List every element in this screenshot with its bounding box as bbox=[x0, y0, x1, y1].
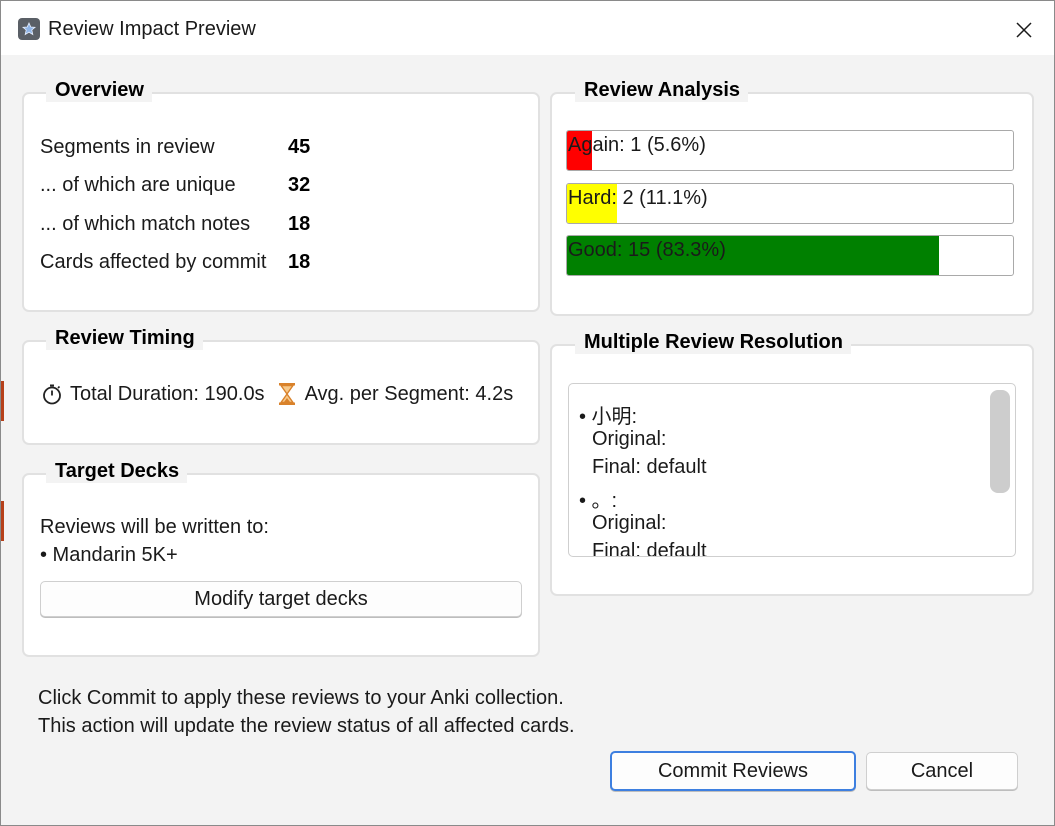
footer-line-1: Click Commit to apply these reviews to y… bbox=[38, 687, 564, 709]
anki-star-icon bbox=[18, 18, 40, 40]
avg-per-segment: Avg. per Segment: 4.2s bbox=[304, 382, 514, 405]
dialog-window: Review Impact Preview Segments in review… bbox=[0, 0, 1055, 826]
stat-label-segments: Segments in review bbox=[40, 136, 215, 158]
timing-row: Total Duration: 190.0s Avg. per Segment:… bbox=[40, 382, 513, 406]
review-timing-group: Total Duration: 190.0s Avg. per Segment:… bbox=[22, 340, 540, 445]
multiple-review-group: • 小明: Original: Final: default • 。: Orig… bbox=[550, 344, 1034, 596]
stopwatch-icon bbox=[40, 382, 64, 406]
review-timing-title: Review Timing bbox=[46, 326, 203, 350]
modify-target-decks-button[interactable]: Modify target decks bbox=[40, 581, 522, 617]
list-item-head: • 小明: bbox=[579, 406, 638, 428]
scrollbar-thumb[interactable] bbox=[990, 390, 1010, 493]
multiple-review-title: Multiple Review Resolution bbox=[575, 330, 851, 354]
stat-value-cards-affected: 18 bbox=[288, 251, 311, 273]
good-bar: Good: 15 (83.3%) bbox=[566, 235, 1014, 276]
list-item-original: Original: bbox=[592, 512, 667, 534]
resolution-list[interactable]: • 小明: Original: Final: default • 。: Orig… bbox=[568, 383, 1016, 557]
close-button[interactable] bbox=[1005, 11, 1043, 49]
window-title: Review Impact Preview bbox=[48, 18, 256, 40]
target-deck-item: • Mandarin 5K+ bbox=[40, 544, 178, 566]
footer-line-2: This action will update the review statu… bbox=[38, 715, 575, 737]
target-decks-group: Reviews will be written to: • Mandarin 5… bbox=[22, 473, 540, 657]
list-item-final: Final: default bbox=[592, 540, 707, 557]
hard-bar: Hard: 2 (11.1%) bbox=[566, 183, 1014, 224]
target-decks-intro: Reviews will be written to: bbox=[40, 516, 269, 538]
list-item-head: • 。: bbox=[579, 490, 618, 512]
again-bar: Again: 1 (5.6%) bbox=[566, 130, 1014, 171]
review-analysis-title: Review Analysis bbox=[575, 78, 749, 102]
stat-value-unique: 32 bbox=[288, 174, 311, 196]
overview-group: Segments in review 45 ... of which are u… bbox=[22, 92, 540, 312]
background-artifact bbox=[1, 381, 4, 421]
close-icon bbox=[1016, 22, 1032, 38]
target-decks-title: Target Decks bbox=[46, 459, 188, 483]
list-item-original: Original: bbox=[592, 428, 667, 450]
overview-title: Overview bbox=[46, 78, 152, 102]
good-bar-label: Good: 15 (83.3%) bbox=[568, 239, 726, 261]
stat-label-unique: ... of which are unique bbox=[40, 174, 236, 196]
cancel-button[interactable]: Cancel bbox=[866, 752, 1018, 790]
review-analysis-group: Again: 1 (5.6%) Hard: 2 (11.1%) Good: 15… bbox=[550, 92, 1034, 316]
hourglass-icon bbox=[275, 382, 299, 406]
stat-value-match-notes: 18 bbox=[288, 213, 311, 235]
title-bar: Review Impact Preview bbox=[1, 1, 1054, 55]
commit-reviews-button[interactable]: Commit Reviews bbox=[610, 751, 856, 791]
background-artifact bbox=[1, 501, 4, 541]
list-item-final: Final: default bbox=[592, 456, 707, 478]
stat-label-cards-affected: Cards affected by commit bbox=[40, 251, 267, 273]
hard-bar-label: Hard: 2 (11.1%) bbox=[568, 187, 708, 209]
again-bar-label: Again: 1 (5.6%) bbox=[568, 134, 706, 156]
total-duration: Total Duration: 190.0s bbox=[70, 382, 265, 405]
stat-label-match-notes: ... of which match notes bbox=[40, 213, 251, 235]
stat-value-segments: 45 bbox=[288, 136, 311, 158]
